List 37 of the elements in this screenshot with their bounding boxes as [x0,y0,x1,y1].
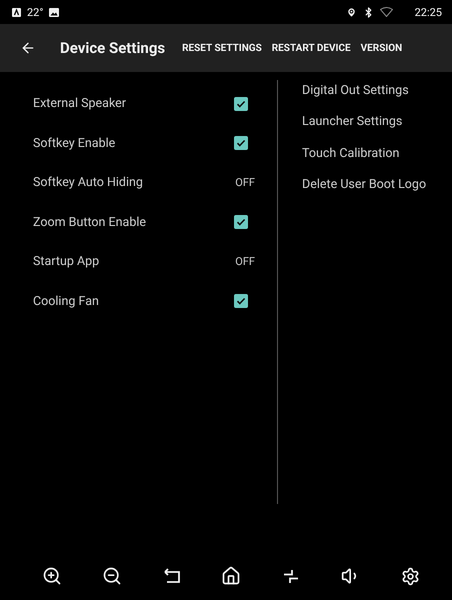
setting-value[interactable]: OFF [235,255,255,268]
checkmark-icon [236,98,246,109]
back-icon[interactable] [162,566,182,586]
toolbar-action[interactable]: RESTART DEVICE [266,38,356,58]
checkmark-icon [236,296,246,306]
checkbox[interactable] [234,294,248,308]
bluetooth-icon [362,6,374,18]
settings-link[interactable]: Launcher Settings [302,114,427,130]
setting-label: Cooling Fan [33,294,99,309]
setting-label: Startup App [33,254,100,270]
settings-link[interactable]: Delete User Boot Logo [302,176,427,193]
settings-icon[interactable] [400,566,420,586]
zoom-out-icon[interactable] [102,566,122,586]
checkbox[interactable] [234,136,248,150]
toolbar-action[interactable]: RESET SETTINGS [177,38,267,58]
back-button[interactable] [20,40,36,56]
checkbox[interactable] [234,215,248,230]
clock: 22:25 [414,6,442,18]
checkbox[interactable] [234,96,248,111]
zoom-in-icon[interactable] [42,566,62,586]
toolbar-action[interactable]: VERSION [356,38,408,58]
home-icon[interactable] [221,566,242,586]
setting-label: Softkey Auto Hiding [33,175,143,190]
setting-label: External Speaker [33,96,126,112]
checkmark-icon [236,138,246,148]
temperature: 22° [27,6,44,18]
a-box-icon [12,8,21,16]
wifi-icon [380,7,393,17]
settings-link[interactable]: Digital Out Settings [302,83,427,100]
image-icon [49,8,60,16]
setting-label: Zoom Button Enable [33,214,146,230]
page-title: Device Settings [60,39,166,57]
setting-value[interactable]: OFF [235,176,255,190]
settings-link[interactable]: Touch Calibration [302,146,427,162]
setting-label: Softkey Enable [33,136,116,151]
location-icon [346,6,357,18]
checkmark-icon [236,217,246,228]
